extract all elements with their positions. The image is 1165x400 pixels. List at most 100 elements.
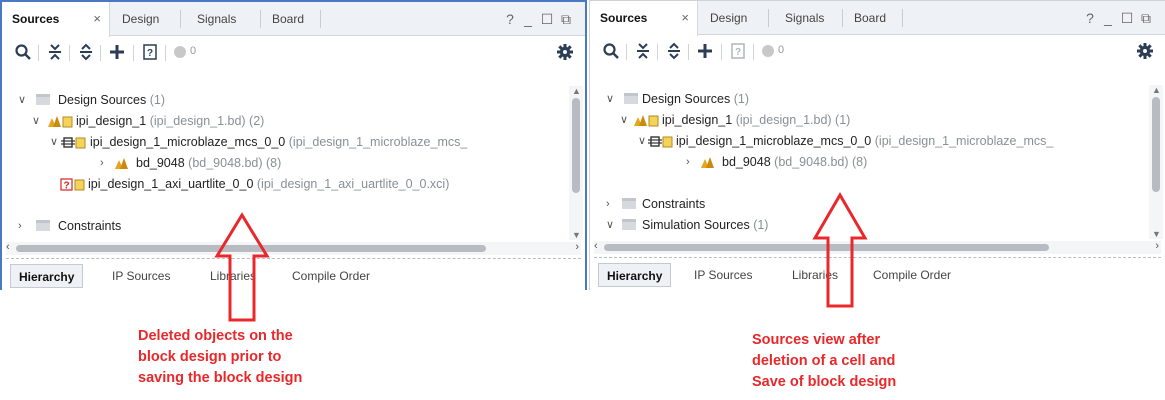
horizontal-scrollbar[interactable]: ‹ › xyxy=(594,240,1161,254)
scroll-right-icon[interactable]: › xyxy=(1155,240,1159,252)
tab-ip-sources[interactable]: IP Sources xyxy=(694,263,752,287)
tab-hierarchy[interactable]: Hierarchy xyxy=(598,263,672,287)
chevron-down-icon[interactable]: ∨ xyxy=(18,90,30,111)
tab-sources[interactable]: Sources × xyxy=(590,1,698,36)
float-icon[interactable]: ⧉ xyxy=(1138,9,1154,27)
tab-label: Design xyxy=(122,12,160,26)
tab-ip-sources[interactable]: IP Sources xyxy=(112,264,170,288)
scroll-up-icon[interactable]: ▲ xyxy=(1152,85,1161,95)
toolbar: ? 0 xyxy=(2,37,585,67)
tab-design[interactable]: Design xyxy=(700,1,747,35)
chevron-down-icon[interactable]: ∨ xyxy=(606,89,618,110)
tab-bar: Sources × Design Signals Board ? _ ☐ ⧉ xyxy=(590,1,1165,36)
tree-item-sub: (ipi_design_1.bd) (1) xyxy=(735,113,851,127)
vertical-scrollbar[interactable]: ▲ ▼ xyxy=(1149,85,1163,239)
chevron-right-icon[interactable]: › xyxy=(18,216,30,237)
tab-label: Signals xyxy=(785,11,825,25)
missing-ip-icon: ? xyxy=(60,178,85,191)
minimize-icon[interactable]: _ xyxy=(520,10,536,28)
caption-line: deletion of a cell and xyxy=(752,353,896,369)
tab-compile-order[interactable]: Compile Order xyxy=(873,263,951,287)
scroll-thumb[interactable] xyxy=(572,98,580,193)
tab-design[interactable]: Design xyxy=(112,2,159,36)
block-design-icon xyxy=(634,115,659,127)
gear-icon[interactable] xyxy=(556,43,574,61)
tab-board[interactable]: Board xyxy=(844,1,886,35)
ip-core-icon xyxy=(648,136,673,148)
scroll-down-icon[interactable]: ▼ xyxy=(1152,229,1161,239)
tree-item-label: ipi_design_1 xyxy=(662,113,733,127)
expand-all-icon[interactable] xyxy=(77,43,95,61)
add-sources-icon[interactable] xyxy=(696,42,714,60)
svg-text:?: ? xyxy=(147,48,153,59)
tab-signals[interactable]: Signals xyxy=(187,2,236,36)
help-icon[interactable]: ? xyxy=(502,10,518,28)
scroll-left-icon[interactable]: ‹ xyxy=(6,241,10,253)
tab-label: Sources xyxy=(600,11,648,25)
gear-icon[interactable] xyxy=(1136,42,1154,60)
tab-board[interactable]: Board xyxy=(262,2,304,36)
toolbar: ? 0 xyxy=(590,36,1165,66)
chevron-down-icon[interactable]: ∨ xyxy=(620,110,632,131)
tab-bar: Sources × Design Signals Board ? _ ☐ ⧉ xyxy=(2,2,585,37)
maximize-icon[interactable]: ☐ xyxy=(539,10,555,28)
chevron-right-icon[interactable]: › xyxy=(686,152,698,173)
collapse-all-icon[interactable] xyxy=(46,43,64,61)
scroll-up-icon[interactable]: ▲ xyxy=(572,86,581,96)
folder-icon xyxy=(36,94,50,105)
minimize-icon[interactable]: _ xyxy=(1100,9,1116,27)
tree-item-label: ipi_design_1_microblaze_mcs_0_0 xyxy=(90,135,286,149)
source-properties-icon[interactable]: ? xyxy=(141,43,159,61)
tab-label: Board xyxy=(272,12,305,26)
bottom-tab-bar: Hierarchy IP Sources Libraries Compile O… xyxy=(590,259,1165,289)
tree-item-label: Design Sources xyxy=(58,93,147,107)
tab-sources[interactable]: Sources × xyxy=(2,2,110,37)
tree-item-sub: (1) xyxy=(753,218,769,232)
scroll-right-icon[interactable]: › xyxy=(575,241,579,253)
float-icon[interactable]: ⧉ xyxy=(558,10,574,28)
chevron-right-icon[interactable]: › xyxy=(100,153,112,174)
source-properties-icon[interactable]: ? xyxy=(729,42,747,60)
search-icon[interactable] xyxy=(14,43,32,61)
tab-hierarchy[interactable]: Hierarchy xyxy=(10,264,84,288)
tree-item-label: ipi_design_1_axi_uartlite_0_0 xyxy=(88,177,254,191)
collapse-all-icon[interactable] xyxy=(634,42,652,60)
tree-item-sub: (bd_9048.bd) (8) xyxy=(188,156,282,170)
help-icon[interactable]: ? xyxy=(1082,9,1098,27)
chevron-down-icon[interactable]: ∨ xyxy=(32,111,44,132)
tree-item-label: Simulation Sources xyxy=(642,218,750,232)
chevron-right-icon[interactable]: › xyxy=(606,194,618,215)
scroll-down-icon[interactable]: ▼ xyxy=(572,230,581,240)
tree-item-label: ipi_design_1_microblaze_mcs_0_0 xyxy=(676,134,872,148)
block-design-icon xyxy=(48,116,73,128)
maximize-icon[interactable]: ☐ xyxy=(1119,9,1135,27)
caption-line: block design prior to xyxy=(138,349,282,365)
scroll-left-icon[interactable]: ‹ xyxy=(594,240,598,252)
folder-icon xyxy=(624,93,638,104)
tab-signals[interactable]: Signals xyxy=(775,1,824,35)
caption-line: Sources view after xyxy=(752,332,881,348)
caption-line: saving the block design xyxy=(138,370,303,386)
tree-item-sub: (bd_9048.bd) (8) xyxy=(774,155,868,169)
close-icon[interactable]: × xyxy=(681,1,689,35)
scroll-thumb[interactable] xyxy=(1152,97,1160,192)
tab-compile-order[interactable]: Compile Order xyxy=(292,264,370,288)
chevron-down-icon[interactable]: ∨ xyxy=(606,215,618,236)
source-tree: ∨ Design Sources (1) ∨ ipi_design_1 (ipi… xyxy=(2,86,567,239)
svg-text:?: ? xyxy=(735,47,741,58)
sources-panel-left: Sources × Design Signals Board ? _ ☐ ⧉ ?… xyxy=(0,0,587,290)
vertical-scrollbar[interactable]: ▲ ▼ xyxy=(569,86,583,240)
bottom-tab-bar: Hierarchy IP Sources Libraries Compile O… xyxy=(2,260,585,290)
expand-all-icon[interactable] xyxy=(665,42,683,60)
annotation-caption-right: Sources view after deletion of a cell an… xyxy=(752,330,896,393)
add-sources-icon[interactable] xyxy=(108,43,126,61)
warning-count: 0 xyxy=(190,45,197,57)
tab-label: Board xyxy=(854,11,887,25)
caption-line: Save of block design xyxy=(752,374,897,390)
warning-count: 0 xyxy=(778,44,785,56)
search-icon[interactable] xyxy=(602,42,620,60)
horizontal-scrollbar[interactable]: ‹ › xyxy=(6,241,581,255)
status-dot-icon xyxy=(174,46,186,58)
close-icon[interactable]: × xyxy=(93,2,101,36)
folder-icon xyxy=(622,219,636,230)
